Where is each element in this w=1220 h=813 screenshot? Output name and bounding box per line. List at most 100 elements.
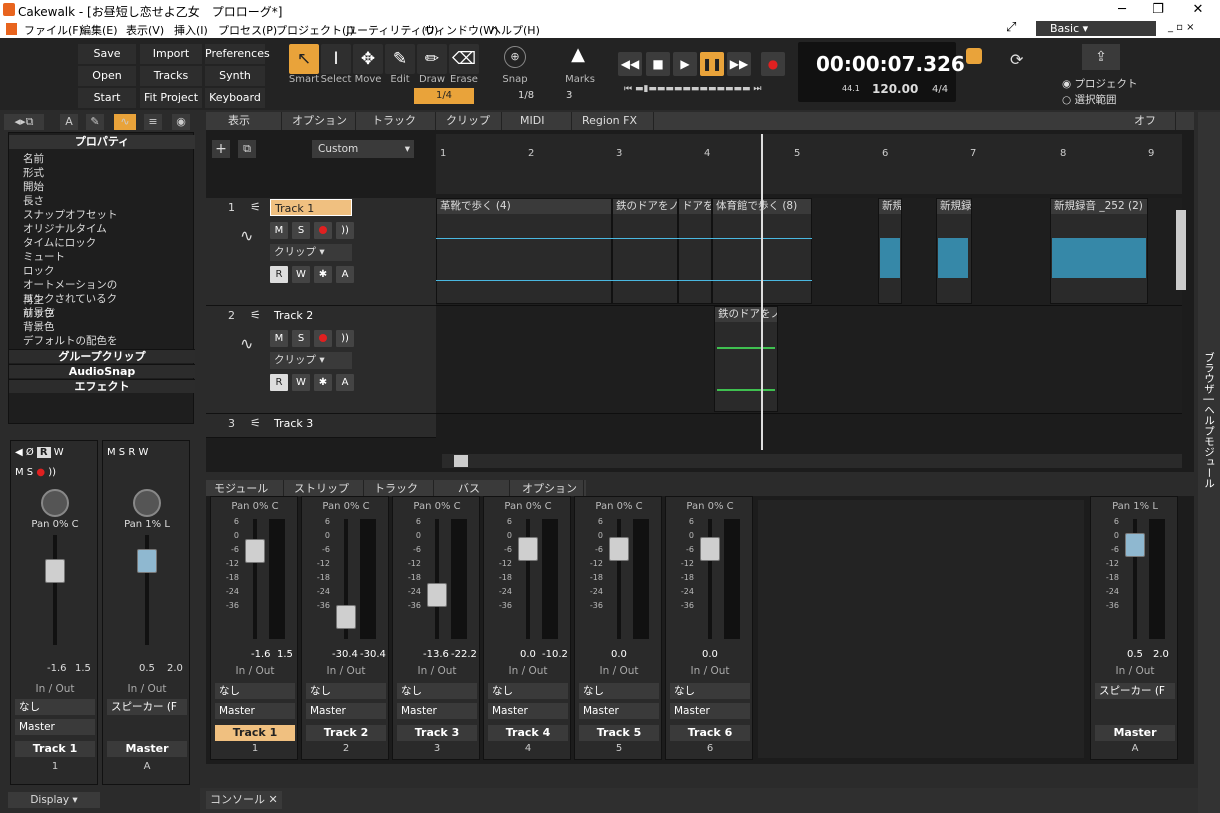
menu-project[interactable]: プロジェクト(J)	[276, 22, 354, 38]
record-icon[interactable]: ●	[761, 52, 785, 76]
prop-format[interactable]: 形式	[23, 165, 123, 179]
smart-tool-icon[interactable]: ↖	[289, 44, 319, 74]
fit-project-button[interactable]: Fit Project	[140, 88, 202, 108]
strip-buttons[interactable]: ◀ Ø R W	[15, 447, 95, 458]
trackmenu-view[interactable]: 表示	[220, 112, 282, 130]
master-name[interactable]: Master	[1095, 725, 1175, 741]
master-fader-handle[interactable]	[137, 549, 157, 573]
track-settings-icon[interactable]: ⚟	[250, 200, 261, 214]
select-tool-icon[interactable]: I	[321, 44, 351, 74]
radio-project[interactable]: ◉ プロジェクト	[1062, 76, 1138, 91]
export-icon[interactable]: ⇪	[1082, 44, 1120, 70]
master-name[interactable]: Master	[107, 741, 187, 757]
import-button[interactable]: Import	[140, 44, 202, 64]
section-audiosnap[interactable]: AudioSnap	[9, 364, 195, 378]
prop-fg-color[interactable]: 前景色	[23, 305, 123, 319]
snap-value[interactable]: 1/8	[518, 90, 534, 101]
solo-button[interactable]: S	[292, 330, 310, 347]
menu-edit[interactable]: 編集(E)	[80, 22, 118, 38]
prop-name[interactable]: 名前	[23, 151, 123, 165]
menu-help[interactable]: ヘルプ(H)	[490, 22, 540, 38]
save-button[interactable]: Save	[78, 44, 136, 64]
erase-tool-icon[interactable]: ⌫	[449, 44, 479, 74]
track-settings-icon[interactable]: ⚟	[250, 416, 261, 430]
output-select[interactable]: Master	[488, 703, 568, 719]
pan-knob[interactable]	[41, 489, 69, 517]
output-select[interactable]: Master	[306, 703, 386, 719]
keyboard-button[interactable]: Keyboard	[205, 88, 265, 108]
strip-pan[interactable]: Pan 0% C	[393, 501, 481, 512]
time-display[interactable]: 00:00:07.326 44.1 120.00 4/4	[798, 42, 965, 102]
open-button[interactable]: Open	[78, 66, 136, 86]
strip-pan[interactable]: Pan 0% C	[575, 501, 663, 512]
output-select[interactable]: Master	[215, 703, 295, 719]
track-lane-2[interactable]: 鉄のドアをノッ	[436, 306, 1182, 414]
solo-button[interactable]: S	[292, 222, 310, 239]
strip-name[interactable]: Track 3	[397, 725, 477, 741]
track-name[interactable]: Track 2	[270, 307, 352, 324]
prop-lock-time[interactable]: タイムにロック	[23, 235, 123, 249]
move-tool-icon[interactable]: ✥	[353, 44, 383, 74]
prop-lock[interactable]: ロック	[23, 263, 123, 277]
monitor-button[interactable]: ))	[336, 222, 354, 239]
pause-icon[interactable]: ❚❚	[700, 52, 724, 76]
arm-button[interactable]	[314, 222, 332, 239]
fader-handle[interactable]	[45, 559, 65, 583]
menu-view[interactable]: 表示(V)	[126, 22, 164, 38]
doc-min-icon[interactable]: _ ▫ ×	[1168, 22, 1195, 33]
mute-button[interactable]: M	[270, 330, 288, 347]
input-select[interactable]: なし	[397, 683, 477, 699]
close-button[interactable]: ✕	[1178, 0, 1218, 20]
clip[interactable]: 鉄のドアをノッ	[612, 198, 678, 304]
master-output-select[interactable]: スピーカー (F	[1095, 683, 1175, 699]
clip[interactable]: ドアを|	[678, 198, 712, 304]
menu-file[interactable]: ファイル(F)	[24, 22, 83, 38]
track-settings-icon[interactable]: ⚟	[250, 308, 261, 322]
quantize-value[interactable]: 1/4	[414, 88, 474, 104]
strip-name[interactable]: Track 1	[15, 741, 95, 757]
add-track-icon[interactable]: +	[212, 140, 230, 158]
trackmenu-regionfx[interactable]: Region FX	[574, 112, 654, 130]
strip-name[interactable]: Track 1	[215, 725, 295, 741]
master-output-select[interactable]: スピーカー (F	[107, 699, 187, 715]
tempo[interactable]: 120.00	[872, 82, 918, 96]
track-mode-select[interactable]: クリップ ▾	[270, 352, 352, 369]
strip-name[interactable]: Track 5	[579, 725, 659, 741]
fast-forward-icon[interactable]: ▶▶	[727, 52, 751, 76]
input-select[interactable]: なし	[670, 683, 750, 699]
a-button[interactable]: A	[336, 266, 354, 283]
loop-icon[interactable]: ⟳	[1010, 50, 1023, 69]
snap-triplet[interactable]: 3	[566, 90, 572, 101]
draw-tool-icon[interactable]: ✏	[417, 44, 447, 74]
strip-input-select[interactable]: なし	[15, 699, 95, 715]
prop-start[interactable]: 開始	[23, 179, 123, 193]
settings-tab-icon[interactable]: ◉	[172, 114, 190, 130]
prop-bg-color[interactable]: 背景色	[23, 319, 123, 333]
track-mode-select[interactable]: クリップ ▾	[270, 244, 352, 261]
fader-handle[interactable]	[245, 539, 265, 563]
expand-icon[interactable]: ⤢	[1006, 20, 1016, 35]
play-icon[interactable]: ▶	[673, 52, 697, 76]
prop-default-colors[interactable]: デフォルトの配色を使...	[23, 333, 123, 362]
metronome-icon[interactable]	[966, 48, 982, 64]
snap-icon[interactable]: ⊕	[504, 46, 526, 68]
fader-handle[interactable]	[518, 537, 538, 561]
now-marker[interactable]	[761, 134, 763, 450]
console-tab[interactable]: コンソール ✕	[206, 791, 282, 809]
write-button[interactable]: W	[292, 266, 310, 283]
audio-tab-icon[interactable]: ∿	[114, 114, 136, 130]
input-select[interactable]: なし	[215, 683, 295, 699]
fader-handle[interactable]	[700, 537, 720, 561]
fader-handle[interactable]	[336, 605, 356, 629]
output-select[interactable]: Master	[397, 703, 477, 719]
strip-name[interactable]: Track 4	[488, 725, 568, 741]
synth-rack-button[interactable]: Synth Rack	[205, 66, 265, 102]
prop-snap-offset[interactable]: スナップオフセット	[23, 207, 123, 221]
input-select[interactable]: なし	[579, 683, 659, 699]
props-tab-icon[interactable]: A	[60, 114, 78, 130]
trackmenu-clip[interactable]: クリップ	[438, 112, 502, 130]
arm-button[interactable]	[314, 330, 332, 347]
fx-button[interactable]: ✱	[314, 374, 332, 391]
trackmenu-midi[interactable]: MIDI	[512, 112, 572, 130]
transport-slider[interactable]: ⏮ ▬▮▬▬▬▬▬▬▬▬▬▬▬▬ ⏭	[624, 84, 784, 94]
